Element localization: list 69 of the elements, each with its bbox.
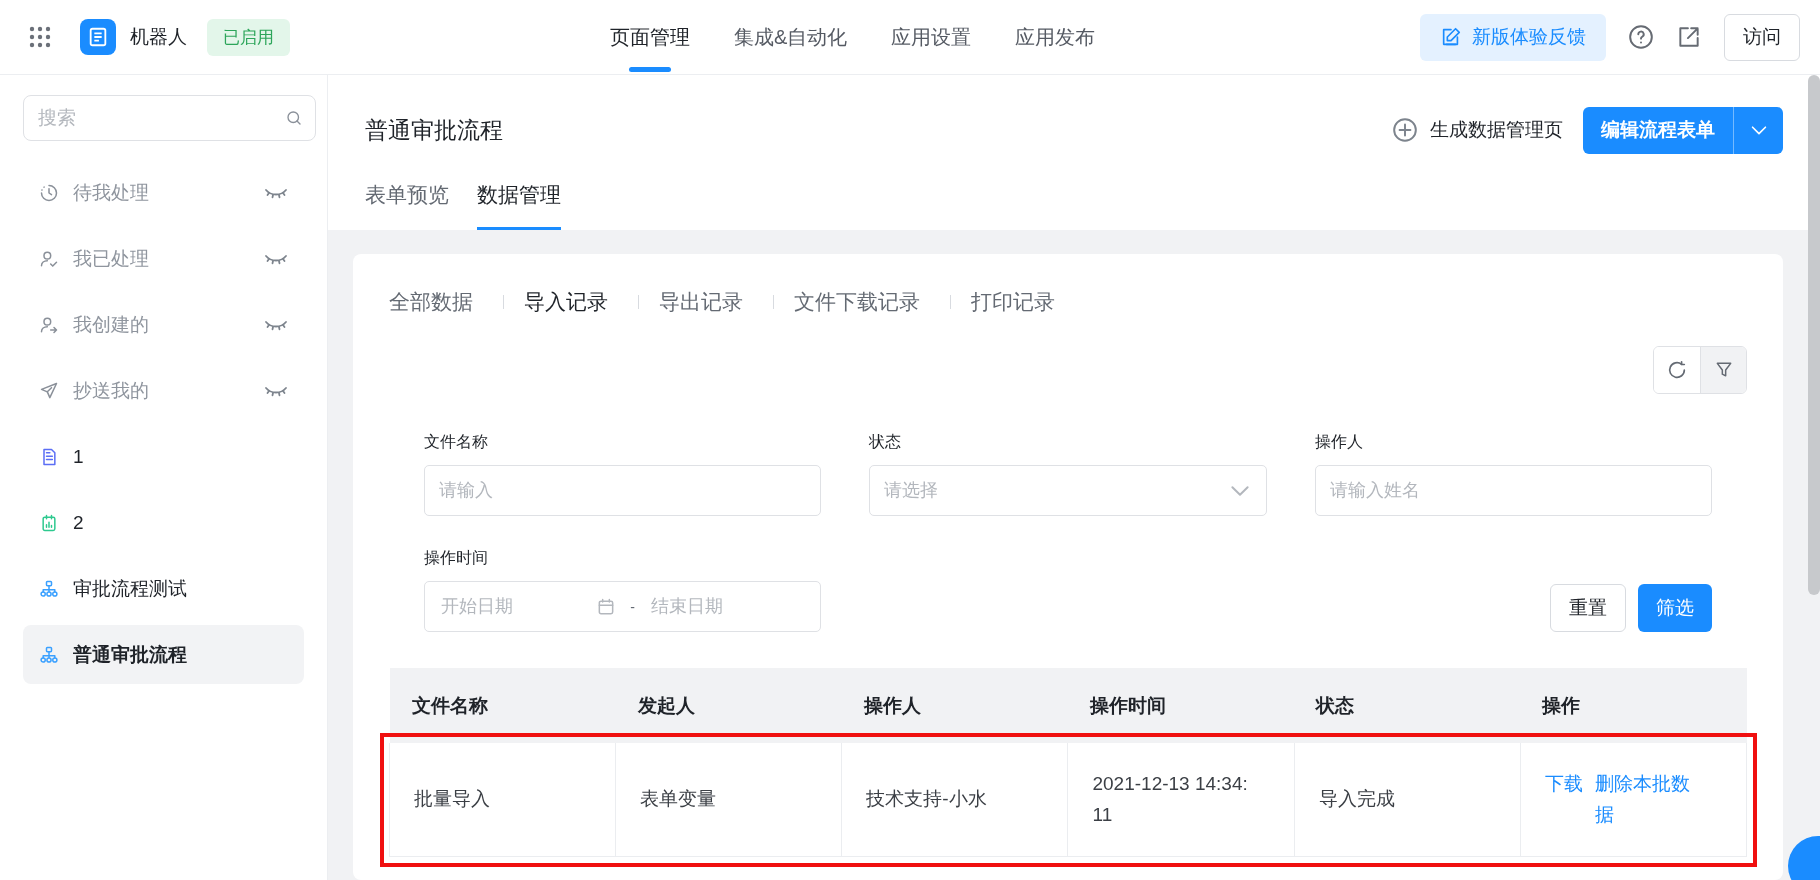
search-field[interactable]: 搜索 bbox=[23, 95, 316, 141]
page-tab[interactable]: 表单预览 bbox=[365, 169, 449, 230]
nav-tab[interactable]: 应用发布 bbox=[993, 0, 1118, 74]
action-link[interactable]: 删除本批数据 bbox=[1594, 769, 1706, 830]
search-icon bbox=[285, 109, 303, 127]
app-name: 机器人 bbox=[130, 25, 187, 49]
select-field[interactable]: 请选择 bbox=[869, 465, 1267, 516]
page-tab[interactable]: 数据管理 bbox=[477, 169, 561, 230]
reset-button[interactable]: 重置 bbox=[1550, 584, 1626, 632]
sidebar-item[interactable]: 待我处理 bbox=[23, 163, 304, 222]
paper-plane-icon bbox=[39, 380, 59, 401]
plus-circle-icon bbox=[1392, 117, 1418, 143]
column-header: 状态 bbox=[1294, 668, 1521, 743]
filter-label: 状态 bbox=[869, 432, 903, 452]
clock-icon bbox=[39, 182, 59, 203]
sidebar-item[interactable]: 普通审批流程 bbox=[23, 625, 304, 684]
hierarchy-icon bbox=[39, 644, 59, 665]
table-cell: 2021-12-13 14:34:11 bbox=[1067, 743, 1295, 857]
feedback-button[interactable]: 新版体验反馈 bbox=[1420, 13, 1606, 61]
action-link[interactable]: 下载 bbox=[1544, 769, 1583, 830]
table-cell: 批量导入 bbox=[389, 743, 616, 857]
end-date-input[interactable]: 结束日期 bbox=[649, 595, 807, 618]
nav-tab[interactable]: 页面管理 bbox=[588, 0, 712, 74]
app-logo-icon bbox=[80, 19, 116, 55]
text-field[interactable]: 请输入姓名 bbox=[1314, 465, 1712, 516]
filter-label: 文件名称 bbox=[424, 432, 489, 452]
sidebar-item[interactable]: 抄送我的 bbox=[23, 361, 304, 420]
column-header: 操作 bbox=[1520, 668, 1747, 743]
table-cell: 技术支持-小水 bbox=[841, 743, 1068, 857]
help-icon[interactable] bbox=[1628, 24, 1654, 50]
record-tab[interactable]: 文件下载记录 bbox=[794, 288, 920, 316]
column-header: 操作人 bbox=[841, 668, 1068, 743]
visit-button[interactable]: 访问 bbox=[1724, 13, 1800, 61]
nav-tab[interactable]: 应用设置 bbox=[869, 0, 994, 74]
date-range-field[interactable]: 开始日期 - 结束日期 bbox=[424, 581, 822, 632]
chart-icon bbox=[39, 512, 59, 533]
column-header: 发起人 bbox=[615, 668, 842, 743]
sidebar-item[interactable]: 我已处理 bbox=[23, 229, 304, 288]
range-separator: - bbox=[630, 598, 635, 615]
chevron-down-icon bbox=[1228, 485, 1251, 497]
external-link-icon[interactable] bbox=[1676, 24, 1702, 50]
app-grid-icon[interactable] bbox=[28, 25, 52, 49]
search-input[interactable]: 搜索 bbox=[36, 106, 285, 130]
table-cell: 表单变量 bbox=[615, 743, 842, 857]
scrollbar[interactable] bbox=[1808, 75, 1820, 595]
sidebar-item[interactable]: 1 bbox=[23, 427, 304, 486]
filter-toggle-button[interactable] bbox=[1700, 347, 1746, 393]
start-date-input[interactable]: 开始日期 bbox=[439, 595, 597, 618]
column-header: 文件名称 bbox=[389, 668, 616, 743]
record-tab[interactable]: 导出记录 bbox=[659, 288, 743, 316]
refresh-icon bbox=[1666, 359, 1688, 381]
nav-tab[interactable]: 集成&自动化 bbox=[712, 0, 870, 74]
sidebar-item[interactable]: 我创建的 bbox=[23, 295, 304, 354]
generate-page-link[interactable]: 生成数据管理页 bbox=[1392, 117, 1563, 143]
filter-label: 操作人 bbox=[1314, 432, 1364, 452]
record-tab[interactable]: 打印记录 bbox=[971, 288, 1055, 316]
record-tab[interactable]: 全部数据 bbox=[389, 288, 473, 316]
status-badge: 已启用 bbox=[207, 18, 290, 56]
sidebar-item[interactable]: 审批流程测试 bbox=[23, 559, 304, 618]
column-header: 操作时间 bbox=[1067, 668, 1295, 743]
filter-label: 操作时间 bbox=[424, 548, 489, 568]
hierarchy-icon bbox=[39, 578, 59, 599]
sidebar-item[interactable]: 2 bbox=[23, 493, 304, 552]
text-field[interactable]: 请输入 bbox=[424, 465, 822, 516]
filter-button[interactable]: 筛选 bbox=[1638, 584, 1712, 632]
edit-icon bbox=[1440, 26, 1462, 48]
page-title: 普通审批流程 bbox=[365, 115, 504, 145]
record-tab[interactable]: 导入记录 bbox=[524, 288, 608, 316]
table-cell: 导入完成 bbox=[1294, 743, 1521, 857]
